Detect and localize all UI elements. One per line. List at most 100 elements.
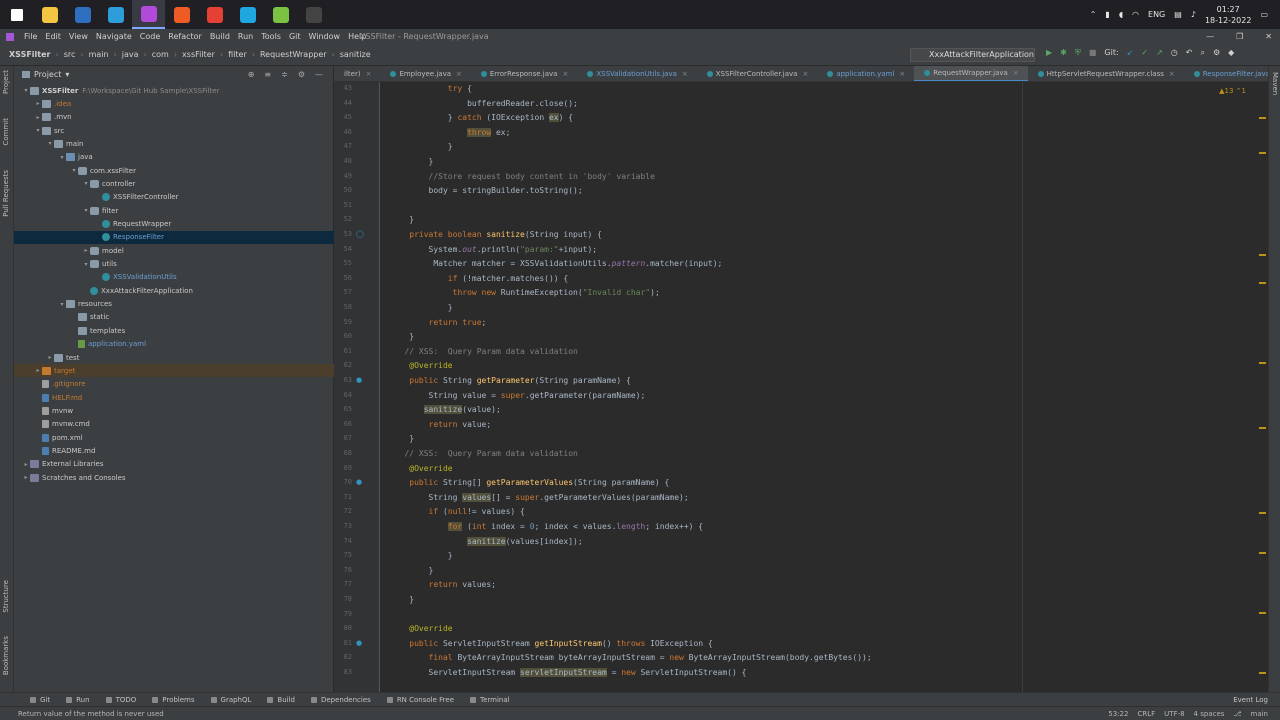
tree-item[interactable]: ▸ Scratches and Consoles xyxy=(14,471,334,484)
editor-tab[interactable]: XSSValidationUtils.java × xyxy=(577,66,696,81)
code-line[interactable]: @Override xyxy=(390,464,452,473)
file-explorer-icon[interactable] xyxy=(33,0,66,29)
tree-item[interactable]: .gitignore xyxy=(14,378,334,391)
menu-code[interactable]: Code xyxy=(136,32,164,41)
tool-window-git[interactable]: Git xyxy=(22,696,58,704)
tool-window-build[interactable]: Build xyxy=(259,696,303,704)
code-line[interactable]: if (null!= values) { xyxy=(390,507,525,516)
gear-icon[interactable]: ⚙ xyxy=(298,70,305,79)
maven-tool-tab[interactable]: Maven xyxy=(1271,72,1279,95)
tree-item[interactable]: ▾ src xyxy=(14,124,334,137)
menu-window[interactable]: Window xyxy=(305,32,345,41)
minimize-icon[interactable]: — xyxy=(1206,32,1214,41)
override-marker-icon[interactable]: ◯ xyxy=(356,230,364,238)
code-line[interactable]: System.out.println("param:"+input); xyxy=(390,245,598,254)
code-line[interactable]: Matcher matcher = XSSValidationUtils.pat… xyxy=(390,259,722,268)
tree-item[interactable]: ▸ target xyxy=(14,364,334,378)
speaker-icon[interactable]: ♪ xyxy=(1191,10,1196,19)
tree-item[interactable]: ▾ filter xyxy=(14,204,334,217)
warning-marker[interactable] xyxy=(1259,117,1266,119)
tool-window-graphql[interactable]: GraphQL xyxy=(203,696,260,704)
tree-item[interactable]: ▾ XSSFilter F:\Workspace\Git Hub Sample\XS… xyxy=(14,84,334,97)
tree-item[interactable]: ResponseFilter xyxy=(14,230,334,244)
menu-navigate[interactable]: Navigate xyxy=(92,32,136,41)
warning-marker[interactable] xyxy=(1259,512,1266,514)
wifi-icon[interactable]: ◠ xyxy=(1132,10,1139,19)
code-line[interactable]: throw new RuntimeException("Invalid char… xyxy=(390,288,660,297)
rollback-icon[interactable]: ↶ xyxy=(1186,48,1193,58)
tree-item[interactable]: ▸ model xyxy=(14,244,334,257)
editor-tab[interactable]: HttpServletRequestWrapper.class × xyxy=(1028,66,1184,81)
code-line[interactable]: } xyxy=(390,566,434,575)
close-tab-icon[interactable]: × xyxy=(1169,70,1175,78)
code-line[interactable]: private boolean sanitize(String input) { xyxy=(390,230,602,239)
code-line[interactable]: } xyxy=(390,332,414,341)
menu-refactor[interactable]: Refactor xyxy=(164,32,206,41)
tree-item[interactable]: ▾ controller xyxy=(14,177,334,190)
expand-all-icon[interactable]: ≡ xyxy=(264,70,271,79)
file-encoding[interactable]: UTF-8 xyxy=(1164,710,1184,718)
clock[interactable]: 01:27 18-12-2022 xyxy=(1205,4,1252,26)
close-tab-icon[interactable]: × xyxy=(802,70,808,78)
code-line[interactable]: } xyxy=(390,303,453,312)
menu-tools[interactable]: Tools xyxy=(257,32,285,41)
tree-item[interactable]: static xyxy=(14,311,334,324)
code-editor[interactable]: 43 44 45 46 47 48 49 50 51 52 53 ◯ 54 55 56 57 58 59 60 61 6… xyxy=(334,82,1268,692)
menu-edit[interactable]: Edit xyxy=(41,32,65,41)
collapse-arrow-icon[interactable]: ▸ xyxy=(22,474,30,481)
breadcrumb-src[interactable]: src xyxy=(61,50,79,59)
tool-window-dependencies[interactable]: Dependencies xyxy=(303,696,379,704)
event-log-button[interactable]: Event Log xyxy=(1233,696,1268,704)
warning-marker[interactable] xyxy=(1259,362,1266,364)
commit-tool-tab[interactable]: Commit xyxy=(2,118,10,146)
editor-tab[interactable]: XSSFilterController.java × xyxy=(697,66,818,81)
code-line[interactable]: //Store request body content in 'body' v… xyxy=(390,172,655,181)
code-line[interactable]: } catch (IOException ex) { xyxy=(390,113,573,123)
edge-icon[interactable] xyxy=(231,0,264,29)
code-line[interactable]: final ByteArrayInputStream byteArrayInpu… xyxy=(390,653,872,662)
git-update-icon[interactable]: ↙ xyxy=(1127,48,1134,58)
tree-item[interactable]: ▸ .mvn xyxy=(14,111,334,124)
collapse-arrow-icon[interactable]: ▸ xyxy=(82,247,90,254)
tree-item[interactable]: templates xyxy=(14,324,334,337)
code-line[interactable]: ServletInputStream servletInputStream = … xyxy=(390,668,746,677)
project-panel-title[interactable]: Project xyxy=(34,70,61,79)
menu-view[interactable]: View xyxy=(65,32,92,41)
warning-marker[interactable] xyxy=(1259,282,1266,284)
caret-position[interactable]: 53:22 xyxy=(1108,710,1128,718)
expand-arrow-icon[interactable]: ▾ xyxy=(70,167,78,174)
network-icon[interactable]: ▤ xyxy=(1174,10,1182,19)
tree-item[interactable]: ▾ utils xyxy=(14,258,334,271)
code-line[interactable]: } xyxy=(390,215,414,224)
code-line[interactable]: String value = super.getParameter(paramN… xyxy=(390,391,646,400)
notepadpp-icon[interactable] xyxy=(264,0,297,29)
locate-icon[interactable]: ⊕ xyxy=(248,70,255,79)
menu-run[interactable]: Run xyxy=(234,32,257,41)
code-line[interactable]: for (int index = 0; index < values.lengt… xyxy=(390,522,703,531)
stop-icon[interactable]: ■ xyxy=(1089,48,1097,58)
tool-window-terminal[interactable]: Terminal xyxy=(462,696,518,704)
notifications-icon[interactable]: ▭ xyxy=(1260,10,1268,19)
expand-arrow-icon[interactable]: ▾ xyxy=(34,127,42,134)
code-line[interactable]: try { xyxy=(390,84,472,93)
warning-marker[interactable] xyxy=(1259,427,1266,429)
code-line[interactable]: @Override xyxy=(390,361,452,370)
editor-gutter[interactable]: 43 44 45 46 47 48 49 50 51 52 53 ◯ 54 55 56 57 58 59 60 61 6… xyxy=(334,82,380,692)
volume-icon[interactable]: ◖ xyxy=(1119,10,1123,19)
close-tab-icon[interactable]: × xyxy=(366,70,372,78)
bookmarks-tool-tab[interactable]: Bookmarks xyxy=(2,636,10,675)
code-line[interactable]: // XSS: Query Param data validation xyxy=(390,449,577,458)
git-commit-icon[interactable]: ✓ xyxy=(1141,48,1148,58)
override-marker-icon[interactable]: ● xyxy=(356,639,362,647)
code-line[interactable]: } xyxy=(390,142,453,151)
search-everywhere-icon[interactable]: ⌕ xyxy=(1200,48,1204,58)
expand-arrow-icon[interactable]: ▾ xyxy=(82,207,90,214)
tool-window-rn-console-free[interactable]: RN Console Free xyxy=(379,696,462,704)
code-line[interactable]: } xyxy=(390,434,414,443)
breadcrumb-sanitize[interactable]: sanitize xyxy=(337,50,374,59)
tree-item[interactable]: ▾ main xyxy=(14,137,334,150)
code-line[interactable]: public String getParameter(String paramN… xyxy=(390,376,631,385)
breadcrumb-xssfilter[interactable]: xssFilter xyxy=(179,50,218,59)
collapse-arrow-icon[interactable]: ▸ xyxy=(34,367,42,374)
expand-arrow-icon[interactable]: ▾ xyxy=(82,261,90,268)
